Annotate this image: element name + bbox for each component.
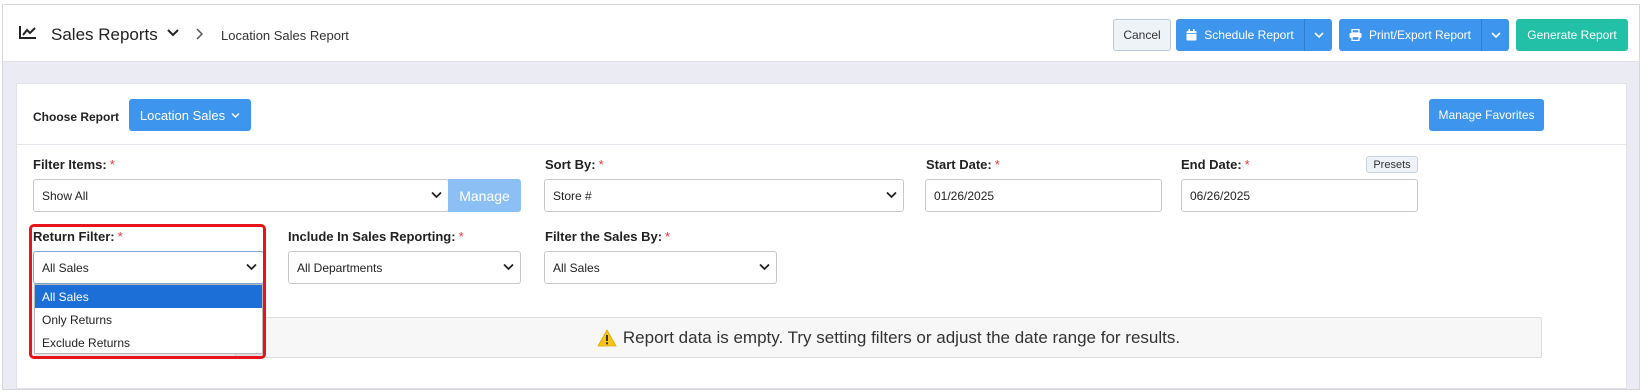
chevron-down-icon <box>231 112 240 118</box>
end-date-value: 06/26/2025 <box>1190 188 1251 203</box>
chevron-down-icon[interactable] <box>167 28 179 38</box>
page-header: Sales Reports Location Sales Report Canc… <box>3 5 1639 62</box>
selected-report-label: Location Sales <box>139 107 226 123</box>
sort-by-select[interactable]: Store # <box>544 179 904 212</box>
chevron-down-icon <box>1313 32 1324 39</box>
start-date-input[interactable]: 01/26/2025 <box>925 179 1162 212</box>
cancel-button-label: Cancel <box>1123 28 1161 42</box>
page-title[interactable]: Sales Reports <box>51 25 158 45</box>
empty-report-message: Report data is empty. Try setting filter… <box>235 317 1542 358</box>
chevron-down-icon <box>246 263 257 271</box>
generate-report-button[interactable]: Generate Report <box>1516 19 1628 51</box>
print-export-report-button[interactable]: Print/Export Report <box>1339 19 1481 51</box>
manage-button-label: Manage <box>459 187 510 204</box>
include-in-sales-label: Include In Sales Reporting: * <box>288 229 464 244</box>
print-export-dropdown-toggle[interactable] <box>1481 19 1509 51</box>
required-marker: * <box>994 157 1000 172</box>
chevron-down-icon <box>1490 32 1501 39</box>
choose-report-label: Choose Report <box>33 110 120 124</box>
option-exclude-returns[interactable]: Exclude Returns <box>35 331 262 354</box>
return-filter-options: All Sales Only Returns Exclude Returns <box>34 284 263 354</box>
manage-favorites-label: Manage Favorites <box>1438 108 1535 122</box>
filter-items-value: Show All <box>42 188 89 203</box>
sort-by-value: Store # <box>553 188 592 203</box>
filter-items-label: Filter Items: * <box>33 157 115 172</box>
start-date-label: Start Date: * <box>926 157 1000 172</box>
required-marker: * <box>109 157 115 172</box>
include-in-sales-select[interactable]: All Departments <box>288 251 521 284</box>
option-all-sales[interactable]: All Sales <box>35 285 262 308</box>
presets-button[interactable]: Presets <box>1366 156 1418 173</box>
cancel-button[interactable]: Cancel <box>1113 19 1171 51</box>
required-marker: * <box>117 229 123 244</box>
chevron-down-icon <box>431 191 442 199</box>
end-date-label: End Date: * <box>1181 157 1250 172</box>
filter-items-select[interactable]: Show All <box>33 179 449 212</box>
manage-button[interactable]: Manage <box>448 179 521 212</box>
return-filter-value: All Sales <box>42 260 89 275</box>
chevron-down-icon <box>503 263 514 271</box>
chevron-right-icon <box>196 28 203 40</box>
presets-button-label: Presets <box>1373 158 1411 171</box>
end-date-input[interactable]: 06/26/2025 <box>1181 179 1418 212</box>
empty-message-text: Report data is empty. Try setting filter… <box>622 327 1181 347</box>
line-chart-icon <box>19 26 36 39</box>
chevron-down-icon <box>886 191 897 199</box>
sort-by-label: Sort By: * <box>545 157 604 172</box>
filter-sales-by-value: All Sales <box>553 260 600 275</box>
filter-sales-by-label: Filter the Sales By: * <box>545 229 671 244</box>
schedule-report-button[interactable]: Schedule Report <box>1176 19 1304 51</box>
required-marker: * <box>1244 157 1250 172</box>
report-panel: Choose Report Location Sales Manage Favo… <box>16 83 1627 389</box>
generate-report-label: Generate Report <box>1527 28 1617 42</box>
print-export-label: Print/Export Report <box>1368 28 1472 42</box>
calendar-icon <box>1186 29 1197 41</box>
warning-icon <box>597 328 617 346</box>
return-filter-select[interactable]: All Sales <box>33 251 264 284</box>
schedule-report-dropdown-toggle[interactable] <box>1304 19 1332 51</box>
schedule-report-label: Schedule Report <box>1204 28 1294 42</box>
required-marker: * <box>665 229 671 244</box>
report-selector-button[interactable]: Location Sales <box>129 99 251 131</box>
return-filter-label: Return Filter: * <box>33 229 123 244</box>
chevron-down-icon <box>759 263 770 271</box>
filter-sales-by-select[interactable]: All Sales <box>544 251 777 284</box>
option-only-returns[interactable]: Only Returns <box>35 308 262 331</box>
divider <box>17 144 1626 145</box>
start-date-value: 01/26/2025 <box>934 188 995 203</box>
app-frame: Sales Reports Location Sales Report Canc… <box>2 4 1640 390</box>
printer-icon <box>1349 29 1362 41</box>
breadcrumb: Location Sales Report <box>221 28 349 43</box>
manage-favorites-button[interactable]: Manage Favorites <box>1429 99 1544 131</box>
required-marker: * <box>598 157 604 172</box>
include-in-sales-value: All Departments <box>297 260 383 275</box>
required-marker: * <box>458 229 464 244</box>
